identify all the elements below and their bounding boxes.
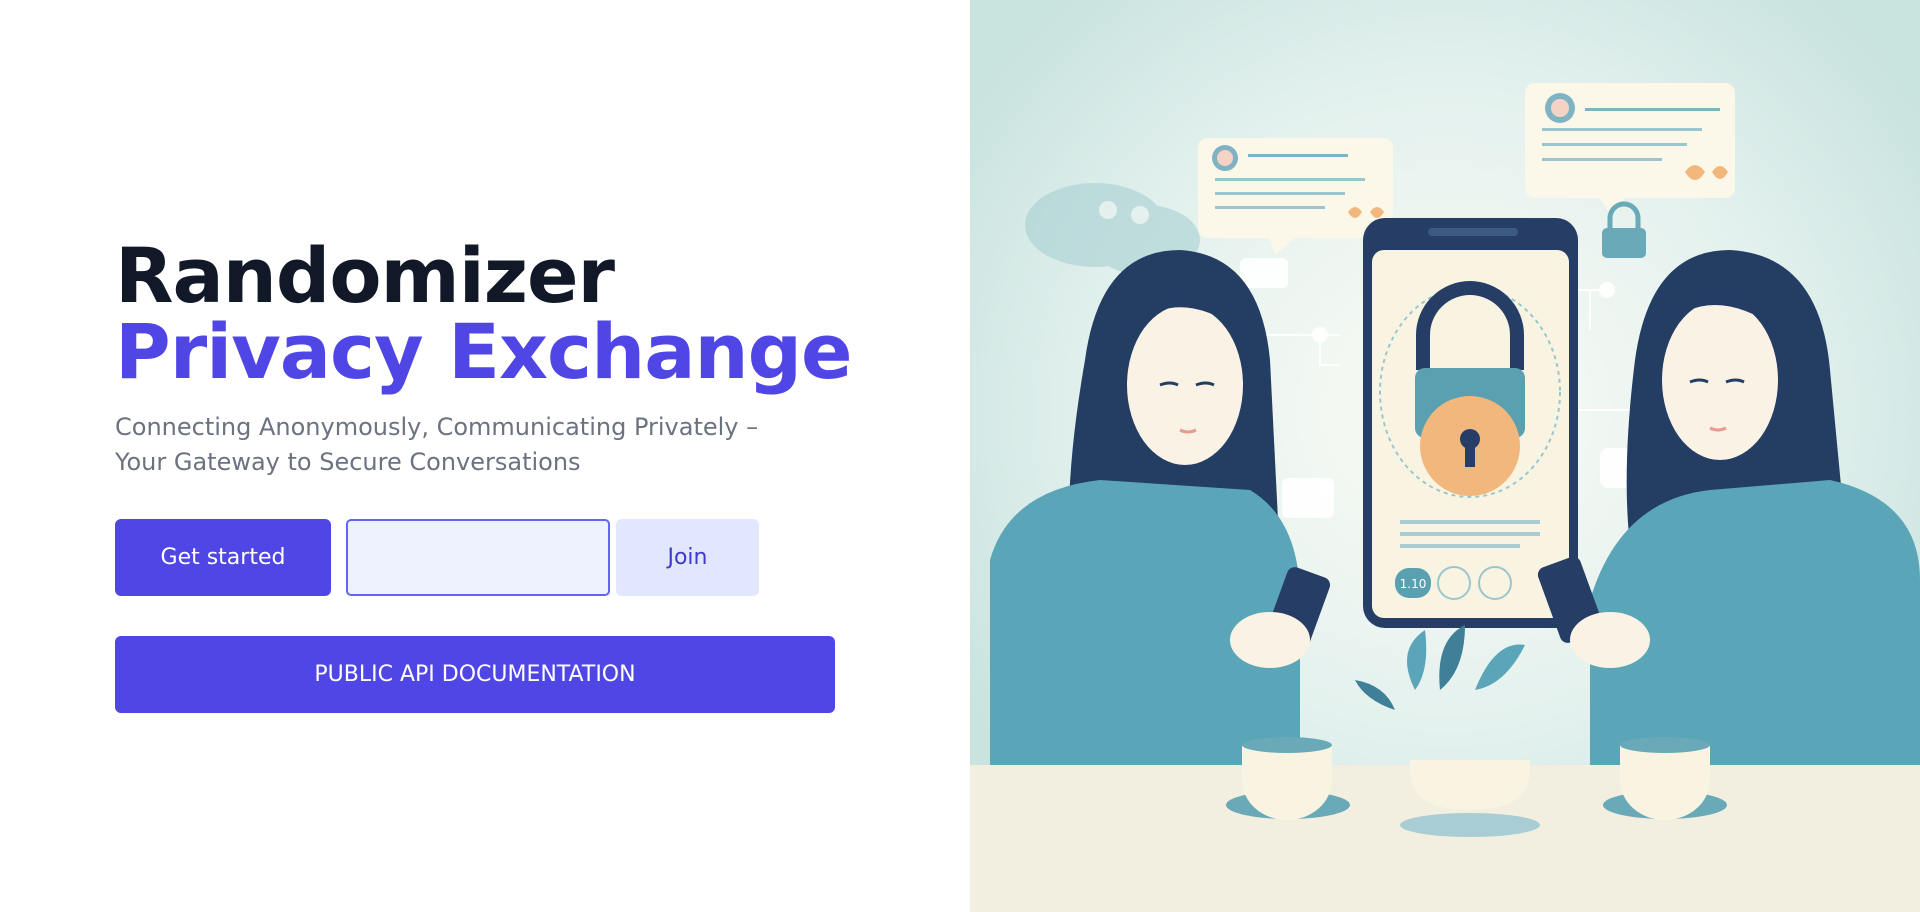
hero-panel: Randomizer Privacy Exchange Connecting A…: [0, 0, 970, 912]
hero-subtitle: Connecting Anonymously, Communicating Pr…: [115, 413, 759, 476]
phone-badge: 1.10: [1400, 577, 1427, 591]
hero-illustration: 1.10: [970, 0, 1920, 912]
get-started-button[interactable]: Get started: [115, 519, 331, 596]
message-icon: [1240, 258, 1288, 288]
api-docs-button[interactable]: PUBLIC API DOCUMENTATION: [115, 636, 835, 713]
cup-icon: [1226, 737, 1350, 820]
privacy-illustration: 1.10: [970, 0, 1920, 912]
cup-icon: [1603, 737, 1727, 820]
chat-bubble-icon: [1525, 83, 1735, 215]
join-code-input[interactable]: [346, 519, 610, 596]
hero-title-line2: Privacy Exchange: [115, 307, 853, 396]
card-icon: [1282, 478, 1334, 518]
join-button[interactable]: Join: [616, 519, 759, 596]
